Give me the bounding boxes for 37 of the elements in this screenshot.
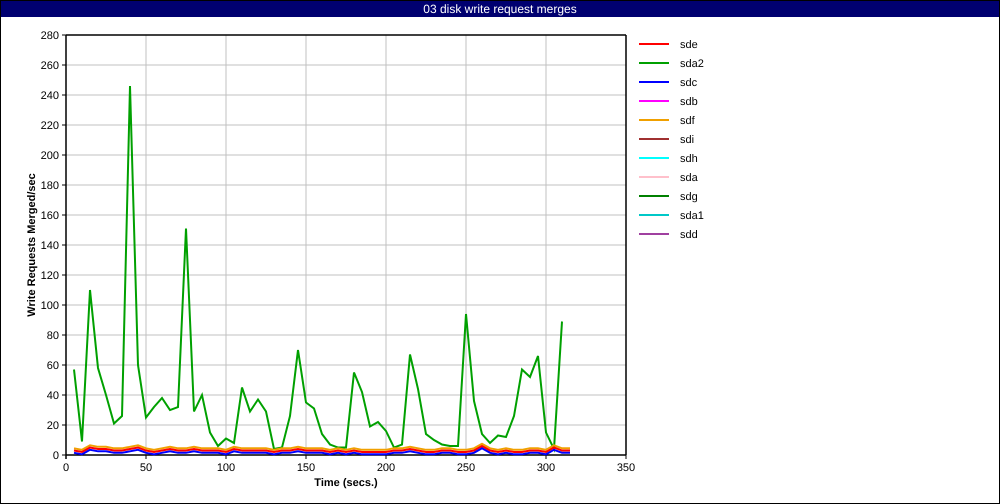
legend-label: sdi bbox=[680, 134, 694, 146]
axis-tick-label: 200 bbox=[40, 150, 59, 162]
legend-label: sdb bbox=[680, 96, 698, 108]
axis-tick-label: 250 bbox=[456, 462, 476, 474]
axis-tick-label: 140 bbox=[40, 240, 59, 252]
axis-tick-label: 280 bbox=[40, 30, 59, 42]
axis-tick-label: 0 bbox=[52, 450, 59, 462]
axis-tick-label: 200 bbox=[376, 462, 396, 474]
legend-label: sdh bbox=[680, 153, 698, 165]
legend-label: sde bbox=[680, 39, 698, 51]
legend-label: sdd bbox=[680, 229, 698, 241]
axis-tick-label: 50 bbox=[140, 462, 152, 474]
axis-tick-label: 80 bbox=[46, 330, 59, 342]
axis-tick-label: 40 bbox=[46, 390, 59, 402]
legend-label: sdf bbox=[680, 115, 695, 127]
window-title: 03 disk write request merges bbox=[1, 1, 999, 17]
axis-tick-label: 100 bbox=[40, 300, 59, 312]
legend-label: sda bbox=[680, 172, 698, 184]
axis-tick-label: 60 bbox=[46, 360, 59, 372]
y-axis-label: Write Requests Merged/sec bbox=[26, 173, 38, 317]
axis-tick-label: 300 bbox=[536, 462, 556, 474]
axis-tick-label: 100 bbox=[216, 462, 236, 474]
axis-tick-label: 120 bbox=[40, 270, 59, 282]
legend-label: sdc bbox=[680, 77, 698, 89]
axis-tick-label: 150 bbox=[296, 462, 316, 474]
legend-label: sdg bbox=[680, 191, 698, 203]
axis-tick-label: 260 bbox=[40, 60, 59, 72]
axis-tick-label: 350 bbox=[616, 462, 636, 474]
x-axis-label: Time (secs.) bbox=[314, 477, 378, 489]
axis-tick-label: 240 bbox=[40, 90, 59, 102]
axis-tick-label: 220 bbox=[40, 120, 59, 132]
legend-label: sda1 bbox=[680, 210, 704, 222]
axis-tick-label: 20 bbox=[46, 420, 59, 432]
axis-tick-label: 180 bbox=[40, 180, 59, 192]
legend-label: sda2 bbox=[680, 58, 704, 70]
axis-tick-label: 0 bbox=[62, 462, 70, 474]
axis-tick-label: 160 bbox=[40, 210, 59, 222]
